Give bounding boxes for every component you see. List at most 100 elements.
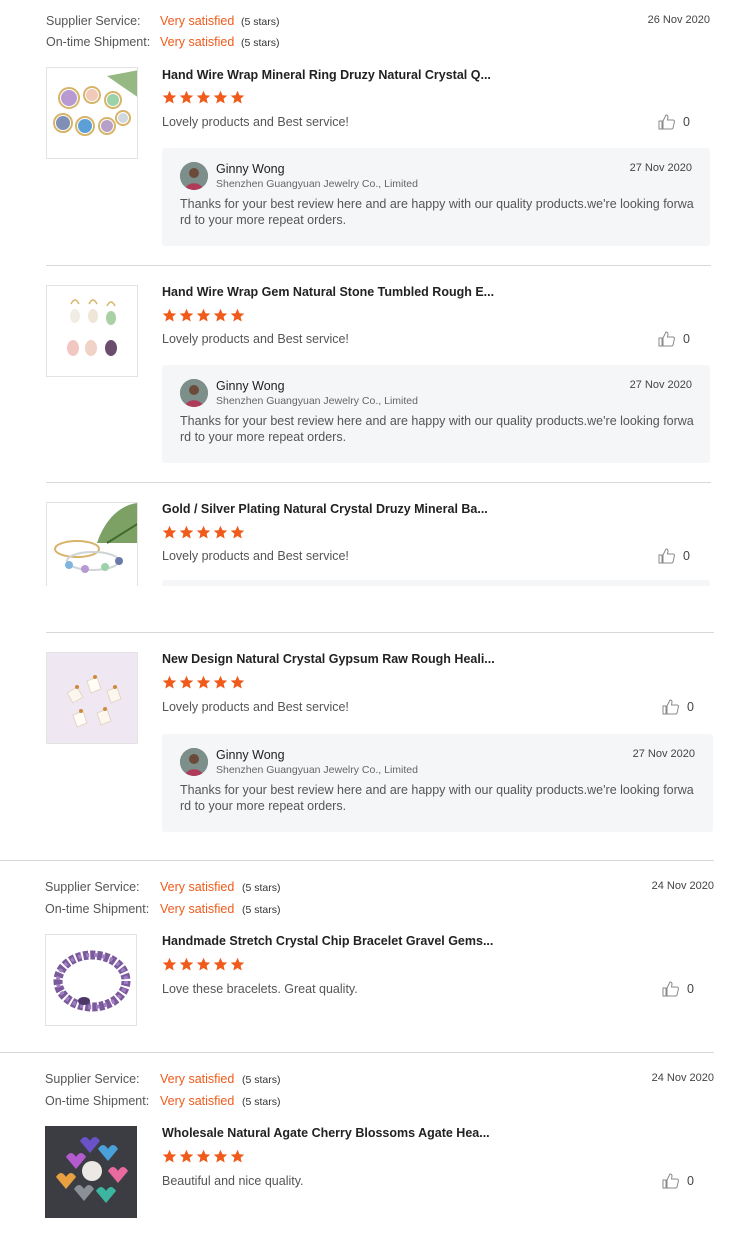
ontime-shipment-value: Very satisfied [160,902,235,916]
like-button[interactable]: 0 [662,981,694,997]
review-comment: Lovely products and Best service! [162,700,349,714]
product-title[interactable]: Wholesale Natural Agate Cherry Blossoms … [162,1126,490,1140]
star-icon [230,957,245,971]
rating-stars [162,957,245,972]
bangle-bracelets-image[interactable] [46,502,138,586]
like-count: 0 [687,700,694,714]
star-icon [179,525,194,539]
like-button[interactable]: 0 [658,548,690,564]
product-title[interactable]: Handmade Stretch Crystal Chip Bracelet G… [162,934,493,948]
ontime-shipment-stars: (5 stars) [242,904,281,916]
agate-hearts-image[interactable] [45,1126,137,1218]
divider [0,1052,714,1053]
star-icon [196,90,211,104]
seller-reply-collapsed [162,580,710,586]
star-icon [196,525,211,539]
like-count: 0 [687,1174,694,1188]
ontime-shipment-label: On-time Shipment: [45,1094,150,1108]
star-icon [213,957,228,971]
star-icon [213,525,228,539]
divider [0,860,714,861]
reply-company: Shenzhen Guangyuan Jewelry Co., Limited [216,395,418,407]
reply-author-name: Ginny Wong [216,162,285,176]
reply-author-name: Ginny Wong [216,379,285,393]
divider [46,632,714,633]
rating-stars [162,525,245,540]
ontime-shipment-stars: (5 stars) [242,1096,281,1108]
product-title[interactable]: Hand Wire Wrap Mineral Ring Druzy Natura… [162,68,491,82]
reply-date: 27 Nov 2020 [632,748,695,760]
star-icon [230,90,245,104]
supplier-service-stars: (5 stars) [242,1074,281,1086]
like-count: 0 [683,115,690,129]
thumbs-up-icon [662,981,679,997]
star-icon [230,675,245,689]
review-comment: Love these bracelets. Great quality. [162,982,358,996]
supplier-service-label: Supplier Service: [45,880,140,894]
review-comment: Lovely products and Best service! [162,115,349,129]
product-title[interactable]: Gold / Silver Plating Natural Crystal Dr… [162,502,488,516]
star-icon [162,525,177,539]
star-icon [196,957,211,971]
amethyst-bracelet-image[interactable] [45,934,137,1026]
reply-company: Shenzhen Guangyuan Jewelry Co., Limited [216,178,418,190]
supplier-service-label: Supplier Service: [45,1072,140,1086]
seller-reply: Ginny Wong Shenzhen Guangyuan Jewelry Co… [162,148,710,246]
reply-date: 27 Nov 2020 [629,379,692,391]
star-icon [179,1149,194,1163]
product-title[interactable]: New Design Natural Crystal Gypsum Raw Ro… [162,652,495,666]
supplier-service-stars: (5 stars) [241,16,280,28]
avatar [180,162,208,190]
star-icon [230,308,245,322]
divider [46,482,711,483]
rating-stars [162,1149,245,1164]
like-count: 0 [683,332,690,346]
review-comment: Lovely products and Best service! [162,332,349,346]
reply-company: Shenzhen Guangyuan Jewelry Co., Limited [216,764,418,776]
star-icon [196,1149,211,1163]
star-icon [213,675,228,689]
star-icon [179,308,194,322]
avatar [180,748,208,776]
ontime-shipment-label: On-time Shipment: [45,902,150,916]
rating-stars [162,675,245,690]
star-icon [162,90,177,104]
supplier-service-stars: (5 stars) [242,882,281,894]
review-date: 24 Nov 2020 [651,880,714,892]
star-icon [196,308,211,322]
divider [46,265,711,266]
gem-earrings-image[interactable] [46,285,138,377]
ontime-shipment-value: Very satisfied [160,35,235,49]
ontime-shipment-stars: (5 stars) [241,37,280,49]
thumbs-up-icon [662,699,679,715]
star-icon [179,675,194,689]
star-icon [179,90,194,104]
seller-reply: Ginny Wong Shenzhen Guangyuan Jewelry Co… [162,734,713,832]
star-icon [162,675,177,689]
product-title[interactable]: Hand Wire Wrap Gem Natural Stone Tumbled… [162,285,494,299]
ontime-shipment-value: Very satisfied [160,1094,235,1108]
thumbs-up-icon [658,114,675,130]
thumbs-up-icon [658,548,675,564]
like-count: 0 [687,982,694,996]
like-button[interactable]: 0 [662,1173,694,1189]
avatar [180,379,208,407]
crystal-pendants-image[interactable] [46,652,138,744]
reply-author-name: Ginny Wong [216,748,285,762]
like-button[interactable]: 0 [662,699,694,715]
ontime-shipment-label: On-time Shipment: [46,35,151,49]
rating-stars [162,90,245,105]
like-button[interactable]: 0 [658,331,690,347]
supplier-service-label: Supplier Service: [46,14,141,28]
star-icon [196,675,211,689]
review-date: 24 Nov 2020 [651,1072,714,1084]
review-date: 26 Nov 2020 [647,14,710,26]
like-count: 0 [683,549,690,563]
reply-text: Thanks for your best review here and are… [180,197,694,227]
reply-text: Thanks for your best review here and are… [180,414,694,444]
supplier-service-value: Very satisfied [160,14,235,28]
crystal-rings-image[interactable] [46,67,138,159]
reply-date: 27 Nov 2020 [629,162,692,174]
supplier-service-value: Very satisfied [160,880,235,894]
like-button[interactable]: 0 [658,114,690,130]
